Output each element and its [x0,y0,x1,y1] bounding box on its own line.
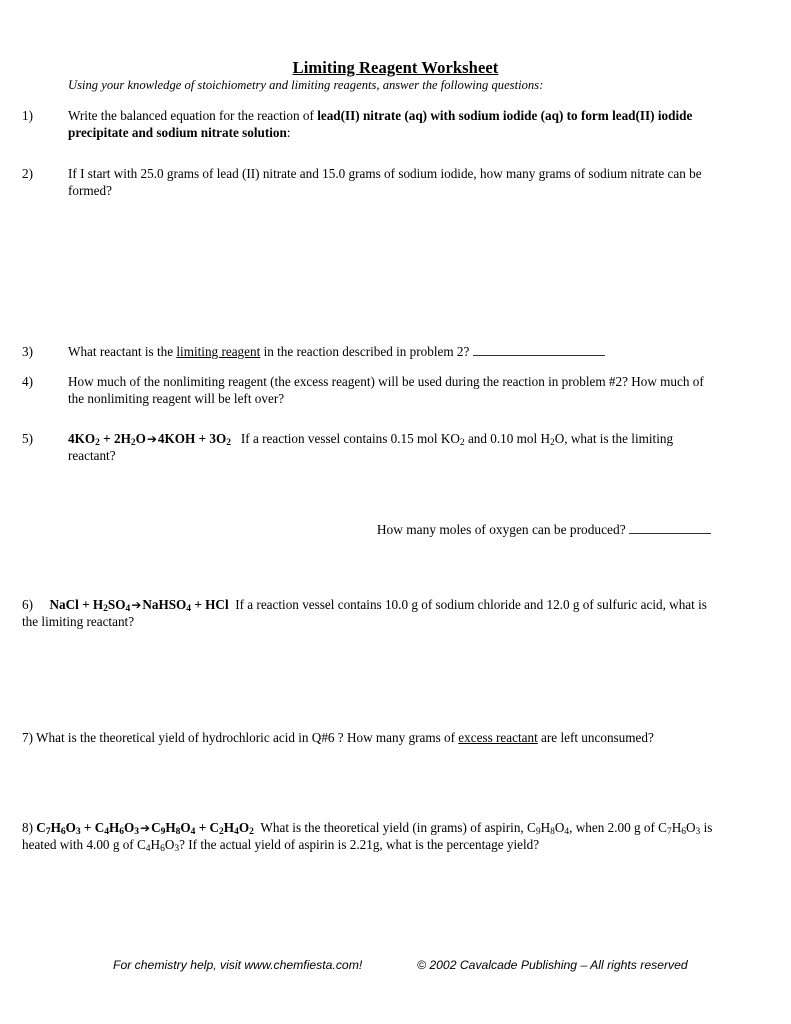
q8-reactant-2b: H [109,820,120,835]
question-3-number: 3) [22,344,33,359]
question-7: 7) What is the theoretical yield of hydr… [22,730,722,747]
question-5-equation: 4KO2 + 2H2O➔4KOH + 3O2 [68,431,231,449]
q8-reactant-2c: O [124,820,135,835]
q6-reactant-2b: SO [107,597,126,612]
question-1-number: 1) [22,108,33,123]
q6-plus-2: + [191,597,206,612]
q5-reactant-1: 4KO [68,431,96,446]
q8-text-2: , when 2.00 g of C [569,820,667,835]
q8-reactant-1b: H [50,820,61,835]
question-3-answer-blank[interactable] [472,344,605,356]
q5-text-b: and 0.10 mol H [464,431,550,446]
q8-reactant-1a: C [36,820,46,835]
q8-text-1c: O [554,820,565,835]
question-6-number: 6) [22,597,33,612]
q6-plus-1: + [78,597,93,612]
q8-text-4: ? If the actual yield of aspirin is 2.21… [179,836,540,852]
reaction-arrow-icon: ➔ [146,432,157,446]
q8-product-2c: O [238,820,250,835]
q5-reactant-2b: O [135,431,146,446]
question-1-tail: : [286,124,291,140]
q8-product-2a: C [209,820,220,835]
question-5-body: 4KO2 + 2H2O➔4KOH + 3O2 If a reaction ves… [68,431,718,464]
q5-product-1: 4KOH [157,431,196,446]
question-4-body: How much of the nonlimiting reagent (the… [68,374,704,406]
reaction-arrow-icon: ➔ [140,821,151,835]
question-2-number: 2) [22,166,33,181]
question-5-answer-blank[interactable] [629,522,711,534]
question-8-equation: C7H6O3 + C4H6O3➔C9H8O4 + C2H4O2 [36,820,254,837]
q6-reactant-1: NaCl [49,597,79,612]
q5-plus-1: + [99,431,114,446]
question-1-lead: Write the balanced equation for the reac… [68,108,318,123]
q8-reactant-2a: C [94,820,105,835]
q5-product-2a: 3O [209,431,227,446]
q8-text-1b: H [540,820,551,835]
question-6-equation: NaCl + H2SO4➔NaHSO4 + HCl [49,597,229,614]
footer-copyright: © 2002 Cavalcade Publishing – All rights… [417,958,688,972]
question-2-body: If I start with 25.0 grams of lead (II) … [68,166,702,198]
q8-plus-2: + [195,820,210,835]
q6-product-1a: NaHSO [142,597,187,612]
q8-product-1a: C [151,820,161,835]
question-6: 6) NaCl + H2SO4➔NaHSO4 + HCl If a reacti… [22,597,722,630]
q5-plus-2: + [195,431,210,446]
q8-text-2b: H [671,820,682,835]
question-7-lead: What is the theoretical yield of hydroch… [33,730,459,745]
footer-help-text: For chemistry help, visit www.chemfiesta… [113,958,363,972]
page-subtitle: Using your knowledge of stoichiometry an… [68,78,544,92]
reaction-arrow-icon: ➔ [131,598,142,612]
question-3-underlined-term: limiting reagent [176,344,261,359]
question-5-followup-text: How many moles of oxygen can be produced… [376,522,629,537]
worksheet-page: Limiting Reagent Worksheet Using your kn… [0,0,791,1024]
question-3-body: What reactant is the limiting reagent in… [68,344,718,361]
q8-text-2c: O [685,820,696,835]
q8-text-3c: O [164,836,175,852]
q8-product-2b: H [223,820,235,835]
question-4-number: 4) [22,374,33,389]
question-7-underlined-term: excess reactant [458,730,538,745]
q8-product-1c: O [180,820,191,835]
page-title-text: Limiting Reagent Worksheet [292,58,499,77]
question-1-body: Write the balanced equation for the reac… [68,108,718,141]
question-7-tail: are left unconsumed? [537,730,654,745]
q8-text-3b: H [150,836,161,852]
q5-product-2-sub: 2 [226,438,231,449]
page-title: Limiting Reagent Worksheet [0,58,791,78]
q8-text-1: What is the theoretical yield (in grams)… [260,820,536,835]
q5-text-a: If a reaction vessel contains 0.15 mol K… [240,431,460,446]
q6-reactant-2a: H [92,597,104,612]
question-3-tail: in the reaction described in problem 2? [260,344,473,359]
q8-plus-1: + [80,820,95,835]
question-8-number: 8) [22,820,33,835]
question-7-number: 7) [22,730,33,745]
q5-reactant-2a: 2H [113,431,131,446]
question-5-followup: How many moles of oxygen can be produced… [0,522,711,538]
q8-product-1b: H [165,820,176,835]
q6-product-2: HCl [205,597,229,612]
q8-reactant-1c: O [65,820,76,835]
question-3-lead: What reactant is the [68,344,177,359]
question-5-number: 5) [22,431,33,446]
question-8: 8) C7H6O3 + C4H6O3➔C9H8O4 + C2H4O2 What … [22,820,722,853]
